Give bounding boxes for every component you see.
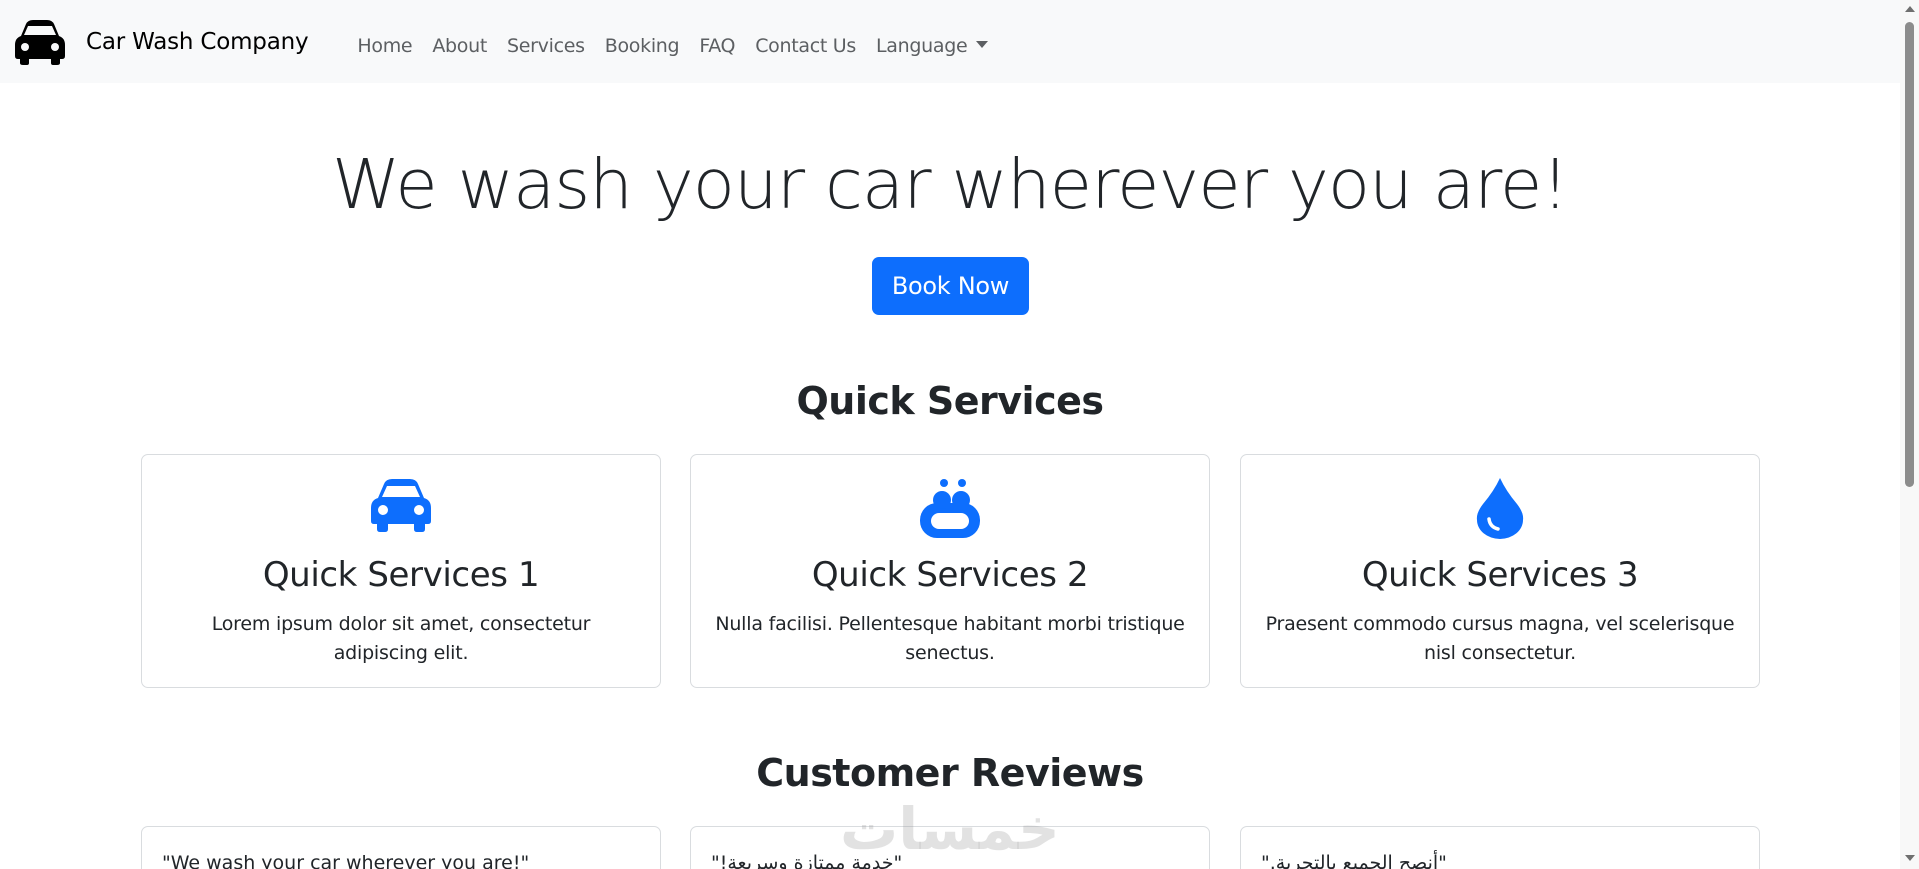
navbar: Car Wash Company Home About Services Boo…: [0, 0, 1900, 83]
caret-down-icon: [976, 40, 989, 48]
service-card-title: Quick Services 3: [1361, 555, 1639, 595]
nav-services[interactable]: Services: [507, 35, 585, 57]
car-icon: [15, 19, 65, 65]
scroll-down-arrow-icon[interactable]: [1905, 855, 1915, 861]
scroll-thumb[interactable]: [1905, 22, 1914, 487]
watermark-logo: خمسات: [840, 795, 1060, 863]
review-text: "We wash your car wherever you are!": [162, 852, 530, 869]
nav-faq[interactable]: FAQ: [699, 35, 735, 57]
vertical-scrollbar[interactable]: [1900, 0, 1919, 869]
service-card-title: Quick Services 2: [811, 555, 1089, 595]
car-icon: [371, 479, 431, 532]
brand-name: Car Wash Company: [86, 28, 309, 55]
droplet-icon: [1476, 478, 1524, 539]
nav-booking[interactable]: Booking: [605, 35, 680, 57]
service-card-title: Quick Services 1: [262, 555, 540, 595]
service-card-3: Quick Services 3 Praesent commodo cursus…: [1240, 454, 1760, 688]
nav-menu: Home About Services Booking FAQ Contact …: [357, 35, 1008, 57]
service-card-2: Quick Services 2 Nulla facilisi. Pellent…: [690, 454, 1210, 688]
service-card-text: Praesent commodo cursus magna, vel scele…: [1265, 613, 1735, 664]
soap-icon: [920, 479, 980, 538]
review-card-1: "We wash your car wherever you are!": [141, 826, 661, 869]
brand-link[interactable]: Car Wash Company: [14, 18, 309, 66]
scroll-up-arrow-icon[interactable]: [1905, 6, 1915, 12]
nav-about[interactable]: About: [432, 35, 487, 57]
review-card-3: "أنصح الجميع بالتجربة.": [1240, 826, 1760, 869]
nav-home[interactable]: Home: [357, 35, 412, 57]
hero-title: We wash your car wherever you are!: [332, 145, 1569, 225]
nav-contact[interactable]: Contact Us: [755, 35, 856, 57]
customer-reviews-title: Customer Reviews: [756, 751, 1144, 795]
service-card-text: Lorem ipsum dolor sit amet, consectetur …: [211, 613, 591, 664]
language-label: Language: [876, 34, 968, 57]
review-text: "أنصح الجميع بالتجربة.": [1261, 852, 1447, 869]
service-card-1: Quick Services 1 Lorem ipsum dolor sit a…: [141, 454, 661, 688]
quick-services-title: Quick Services: [796, 379, 1104, 423]
language-dropdown[interactable]: Language: [876, 34, 989, 57]
book-now-button[interactable]: Book Now: [872, 257, 1029, 315]
service-card-text: Nulla facilisi. Pellentesque habitant mo…: [715, 613, 1185, 664]
